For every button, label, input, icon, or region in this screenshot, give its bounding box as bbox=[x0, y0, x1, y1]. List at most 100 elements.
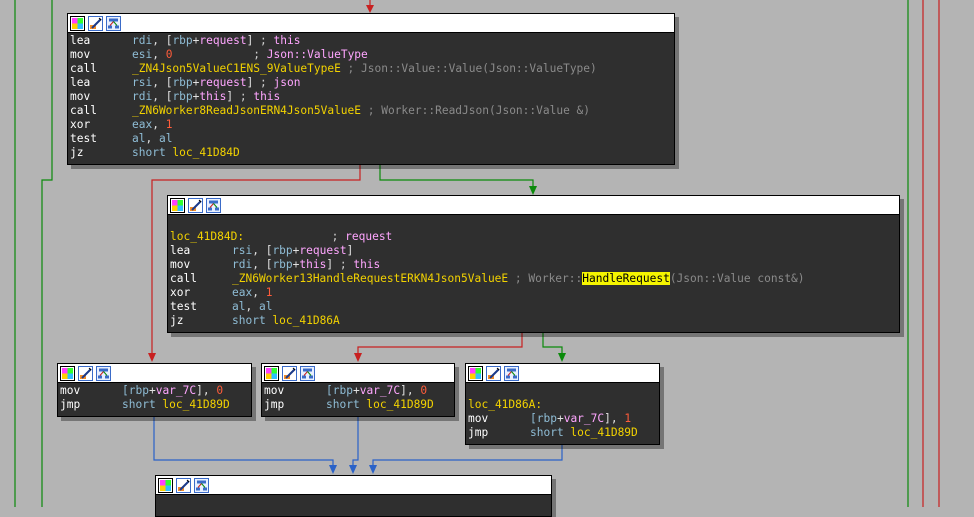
instruction-line[interactable]: lea rsi, [rbp+request] bbox=[170, 244, 899, 258]
instruction-line[interactable]: jz short loc_41D86A bbox=[170, 314, 899, 328]
arrowhead bbox=[349, 465, 357, 474]
code-block-node[interactable]: loc_41D86A: mov [rbp+var_7C], 1 jmp short lo… bbox=[465, 363, 660, 445]
rename-edit-icon[interactable] bbox=[486, 365, 501, 381]
register-token: [rbp bbox=[530, 412, 557, 425]
register-token: rsi bbox=[132, 76, 153, 89]
edge-block5-to-block6 bbox=[372, 444, 563, 467]
comment-text: ; Json::Value::Value(Json::ValueType) bbox=[340, 62, 597, 75]
mnemonic: test bbox=[70, 132, 97, 145]
jump-target-label: loc_41D86A bbox=[272, 314, 340, 327]
mnemonic: lea bbox=[70, 76, 91, 89]
instruction-line[interactable]: mov [rbp+var_7C], 0 bbox=[264, 384, 454, 398]
instruction-line[interactable]: xor eax, 1 bbox=[70, 118, 674, 132]
instruction-line[interactable] bbox=[170, 216, 899, 230]
punctuation-token: ], bbox=[604, 412, 625, 425]
comment-text: ; Worker:: bbox=[508, 272, 583, 285]
punctuation-token: ] bbox=[346, 244, 354, 257]
node-header[interactable] bbox=[156, 476, 551, 495]
code-label: loc_41D84D: bbox=[170, 230, 245, 243]
immediate-value: 0 bbox=[420, 384, 428, 397]
instruction-line[interactable]: call _ZN6Worker13HandleRequestERKN4Json5V… bbox=[170, 272, 899, 286]
instruction-line[interactable]: xor eax, 1 bbox=[170, 286, 899, 300]
rename-edit-icon[interactable] bbox=[78, 365, 93, 381]
instruction-line[interactable]: mov rdi, [rbp+this] ; this bbox=[170, 258, 899, 272]
instruction-line[interactable]: test al, al bbox=[70, 132, 674, 146]
node-header[interactable] bbox=[168, 196, 899, 215]
node-body bbox=[156, 495, 551, 496]
graph-nodes-icon[interactable] bbox=[300, 365, 315, 381]
arrowhead bbox=[354, 353, 362, 362]
edge-block2-to-block5 bbox=[542, 332, 563, 356]
graph-nodes-icon[interactable] bbox=[206, 197, 221, 213]
code-block-node[interactable]: mov [rbp+var_7C], 0 jmp short loc_41D89D bbox=[57, 363, 252, 417]
graph-nodes-icon[interactable] bbox=[106, 15, 121, 31]
comment-separator: ; bbox=[333, 258, 354, 271]
node-header[interactable] bbox=[58, 364, 251, 383]
register-token: rbp bbox=[172, 90, 193, 103]
graph-nodes-icon[interactable] bbox=[194, 477, 209, 493]
mnemonic: call bbox=[70, 104, 97, 117]
rename-edit-icon[interactable] bbox=[88, 15, 103, 31]
node-header[interactable] bbox=[68, 14, 674, 33]
instruction-line[interactable]: mov rdi, [rbp+this] ; this bbox=[70, 90, 674, 104]
mnemonic: jmp bbox=[468, 426, 489, 439]
graph-nodes-icon[interactable] bbox=[504, 365, 519, 381]
register-token: short bbox=[530, 426, 571, 439]
color-palette-icon[interactable] bbox=[170, 197, 185, 213]
node-body: mov [rbp+var_7C], 0 jmp short loc_41D89D bbox=[58, 383, 251, 412]
rename-edit-icon[interactable] bbox=[176, 477, 191, 493]
arrowhead bbox=[329, 465, 337, 474]
graph-nodes-icon[interactable] bbox=[96, 365, 111, 381]
color-palette-icon[interactable] bbox=[70, 15, 85, 31]
instruction-line[interactable]: jmp short loc_41D89D bbox=[60, 398, 251, 412]
code-block-node[interactable]: mov [rbp+var_7C], 0 jmp short loc_41D89D bbox=[261, 363, 455, 417]
instruction-line[interactable]: test al, al bbox=[170, 300, 899, 314]
register-token: eax bbox=[232, 286, 253, 299]
punctuation-token: , bbox=[152, 48, 166, 61]
punctuation-token: , [ bbox=[152, 34, 173, 47]
arrowhead bbox=[369, 465, 377, 474]
instruction-line[interactable]: call _ZN4Json5ValueC1ENS_9ValueTypeE ; Js… bbox=[70, 62, 674, 76]
instruction-line[interactable]: call _ZN6Worker8ReadJsonERN4Json5ValueE ;… bbox=[70, 104, 674, 118]
instruction-line[interactable]: jmp short loc_41D89D bbox=[468, 426, 659, 440]
mnemonic: mov bbox=[170, 258, 191, 271]
color-palette-icon[interactable] bbox=[264, 365, 279, 381]
punctuation-token: , bbox=[252, 286, 266, 299]
node-header[interactable] bbox=[262, 364, 454, 383]
arrowhead bbox=[529, 186, 537, 195]
mnemonic: lea bbox=[70, 34, 91, 47]
instruction-line[interactable]: loc_41D86A: bbox=[468, 398, 659, 412]
node-header[interactable] bbox=[466, 364, 659, 383]
mnemonic: mov bbox=[60, 384, 81, 397]
code-block-node[interactable]: lea rdi, [rbp+request] ; this mov esi, 0 ; … bbox=[67, 13, 675, 165]
mnemonic: mov bbox=[468, 412, 489, 425]
instruction-line[interactable]: lea rsi, [rbp+request] ; json bbox=[70, 76, 674, 90]
color-palette-icon[interactable] bbox=[60, 365, 75, 381]
register-token: rbp bbox=[172, 34, 193, 47]
mnemonic: mov bbox=[70, 48, 91, 61]
immediate-value: 1 bbox=[165, 118, 173, 131]
comment-separator: ; bbox=[253, 76, 274, 89]
color-palette-icon[interactable] bbox=[468, 365, 483, 381]
instruction-line[interactable] bbox=[468, 384, 659, 398]
jump-target-label: loc_41D89D bbox=[366, 398, 434, 411]
mnemonic: mov bbox=[264, 384, 285, 397]
instruction-line[interactable]: jz short loc_41D84D bbox=[70, 146, 674, 160]
rename-edit-icon[interactable] bbox=[188, 197, 203, 213]
instruction-line[interactable]: mov [rbp+var_7C], 1 bbox=[468, 412, 659, 426]
instruction-line[interactable]: mov [rbp+var_7C], 0 bbox=[60, 384, 251, 398]
argument-name: this bbox=[253, 90, 281, 103]
code-block-node[interactable] bbox=[155, 475, 552, 517]
rename-edit-icon[interactable] bbox=[282, 365, 297, 381]
register-token: short bbox=[232, 314, 273, 327]
instruction-line[interactable]: loc_41D84D: ; request bbox=[170, 230, 899, 244]
instruction-line[interactable]: mov esi, 0 ; Json::ValueType bbox=[70, 48, 674, 62]
register-token: short bbox=[326, 398, 367, 411]
instruction-line[interactable]: jmp short loc_41D89D bbox=[264, 398, 454, 412]
register-token: rsi bbox=[232, 244, 253, 257]
color-palette-icon[interactable] bbox=[158, 477, 173, 493]
code-block-node[interactable]: loc_41D84D: ; request lea rsi, [rbp+reques… bbox=[167, 195, 900, 333]
instruction-line[interactable]: lea rdi, [rbp+request] ; this bbox=[70, 34, 674, 48]
mnemonic: call bbox=[170, 272, 197, 285]
argument-name: var_7C bbox=[155, 384, 197, 397]
